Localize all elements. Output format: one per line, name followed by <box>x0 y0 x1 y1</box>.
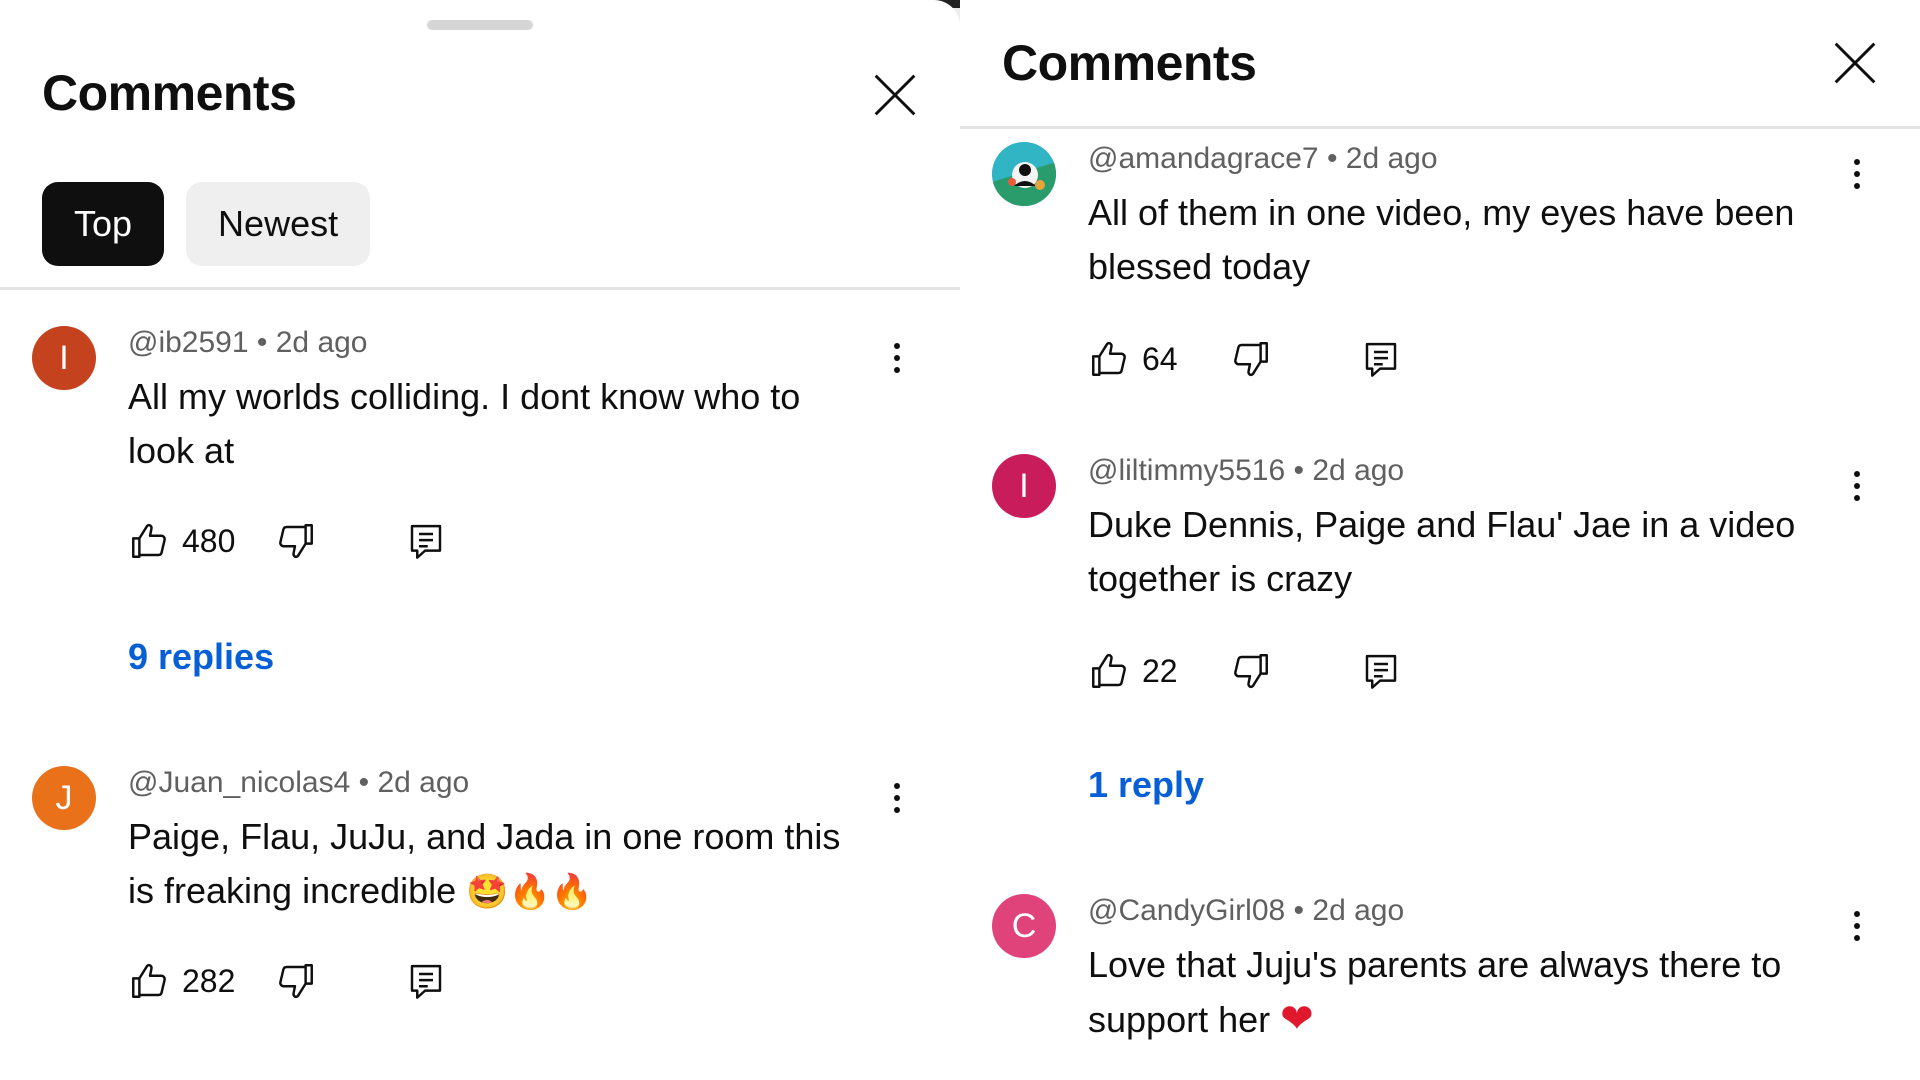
thumbs-up-icon <box>1088 338 1130 380</box>
comment-actions: 282 <box>128 956 447 1006</box>
more-options-icon[interactable] <box>882 336 912 380</box>
view-replies-link[interactable]: 9 replies <box>128 636 274 678</box>
like-count: 64 <box>1142 340 1178 377</box>
avatar[interactable]: I <box>32 326 96 390</box>
meta-separator: • <box>1318 142 1346 175</box>
thumbs-up-icon <box>128 520 170 562</box>
thumbs-down-icon <box>1230 650 1272 692</box>
like-button[interactable]: 64 <box>1088 338 1178 380</box>
dislike-button[interactable] <box>275 960 317 1002</box>
reply-comment-icon <box>1360 650 1402 692</box>
like-button[interactable]: 22 <box>1088 650 1178 692</box>
comment-age: 2d ago <box>377 766 470 799</box>
dislike-button[interactable] <box>1230 650 1272 692</box>
filter-chip-top[interactable]: Top <box>42 182 165 266</box>
like-count: 22 <box>1142 652 1178 689</box>
close-icon[interactable] <box>1826 34 1884 92</box>
avatar[interactable]: J <box>32 766 96 830</box>
divider <box>960 126 1920 129</box>
comment-item: C @CandyGirl08 • 2d ago Love that Juju's… <box>992 894 1872 1074</box>
thumbs-down-icon <box>1230 338 1272 380</box>
comment-author[interactable]: @Juan_nicolas4 <box>128 766 350 799</box>
comment-age: 2d ago <box>275 326 368 359</box>
comment-item: I @liltimmy5516 • 2d ago Duke Dennis, Pa… <box>992 454 1872 824</box>
more-options-icon[interactable] <box>1842 904 1872 948</box>
comments-panel-left: Comments Top Newest I @ib2591 • 2d ago A… <box>0 0 960 1080</box>
comment-text-block: Paige, Flau, JuJu, and Jada in one room … <box>128 810 848 919</box>
meta-separator: • <box>350 766 378 799</box>
reply-button[interactable] <box>1360 338 1402 380</box>
like-count: 480 <box>182 522 236 559</box>
comment-text: Duke Dennis, Paige and Flau' Jae in a vi… <box>1088 504 1796 599</box>
comment-meta: @liltimmy5516 • 2d ago <box>1088 454 1404 488</box>
comment-actions: 480 <box>128 516 447 566</box>
close-icon[interactable] <box>866 66 924 124</box>
comment-item: @amandagrace7 • 2d ago All of them in on… <box>992 142 1872 402</box>
comment-actions: 22 <box>1088 646 1402 696</box>
comment-emoji: 🤩🔥🔥 <box>466 873 594 911</box>
more-options-icon[interactable] <box>882 776 912 820</box>
dislike-button[interactable] <box>275 520 317 562</box>
avatar[interactable]: C <box>992 894 1056 958</box>
drag-handle[interactable] <box>427 20 533 30</box>
comment-sort-filters: Top Newest <box>42 182 371 266</box>
comment-text: All of them in one video, my eyes have b… <box>1088 192 1795 287</box>
panel-title: Comments <box>1002 35 1257 91</box>
comment-age: 2d ago <box>1312 894 1405 927</box>
like-button[interactable]: 282 <box>128 960 235 1002</box>
comments-panel-right: Comments @amandagrace7 • 2d ago All of t… <box>960 0 1920 1080</box>
comment-text-block: Love that Juju's parents are always ther… <box>1088 938 1808 1047</box>
reply-button[interactable] <box>405 520 447 562</box>
comment-age: 2d ago <box>1345 142 1438 175</box>
comment-author[interactable]: @ib2591 <box>128 326 249 359</box>
comment-age: 2d ago <box>1312 454 1405 487</box>
comment-meta: @amandagrace7 • 2d ago <box>1088 142 1438 176</box>
reply-button[interactable] <box>1360 650 1402 692</box>
more-options-icon[interactable] <box>1842 152 1872 196</box>
comment-author[interactable]: @CandyGirl08 <box>1088 894 1285 927</box>
comment-author[interactable]: @amandagrace7 <box>1088 142 1319 175</box>
comment-meta: @CandyGirl08 • 2d ago <box>1088 894 1404 928</box>
like-button[interactable]: 480 <box>128 520 235 562</box>
like-count: 282 <box>182 962 236 999</box>
reply-comment-icon <box>1360 338 1402 380</box>
panel-title: Comments <box>42 65 297 121</box>
comment-actions: 64 <box>1088 334 1402 384</box>
comment-text: Love that Juju's parents are always ther… <box>1088 944 1782 1040</box>
comment-text: All my worlds colliding. I dont know who… <box>128 376 801 471</box>
comment-meta: @Juan_nicolas4 • 2d ago <box>128 766 469 800</box>
comment-item: I @ib2591 • 2d ago All my worlds collidi… <box>32 326 912 696</box>
meta-separator: • <box>1285 894 1313 927</box>
comment-author[interactable]: @liltimmy5516 <box>1088 454 1285 487</box>
divider <box>0 287 960 290</box>
filter-chip-newest[interactable]: Newest <box>186 182 371 266</box>
profile-photo-icon[interactable] <box>992 142 1056 206</box>
more-options-icon[interactable] <box>1842 464 1872 508</box>
comment-meta: @ib2591 • 2d ago <box>128 326 368 360</box>
avatar[interactable]: I <box>992 454 1056 518</box>
reply-button[interactable] <box>405 960 447 1002</box>
heart-emoji: ❤ <box>1280 997 1314 1041</box>
meta-separator: • <box>248 326 276 359</box>
reply-comment-icon <box>405 520 447 562</box>
thumbs-up-icon <box>128 960 170 1002</box>
view-replies-link[interactable]: 1 reply <box>1088 764 1204 806</box>
thumbs-down-icon <box>275 520 317 562</box>
dislike-button[interactable] <box>1230 338 1272 380</box>
comment-item: J @Juan_nicolas4 • 2d ago Paige, Flau, J… <box>32 766 912 1026</box>
reply-comment-icon <box>405 960 447 1002</box>
thumbs-up-icon <box>1088 650 1130 692</box>
thumbs-down-icon <box>275 960 317 1002</box>
meta-separator: • <box>1285 454 1313 487</box>
